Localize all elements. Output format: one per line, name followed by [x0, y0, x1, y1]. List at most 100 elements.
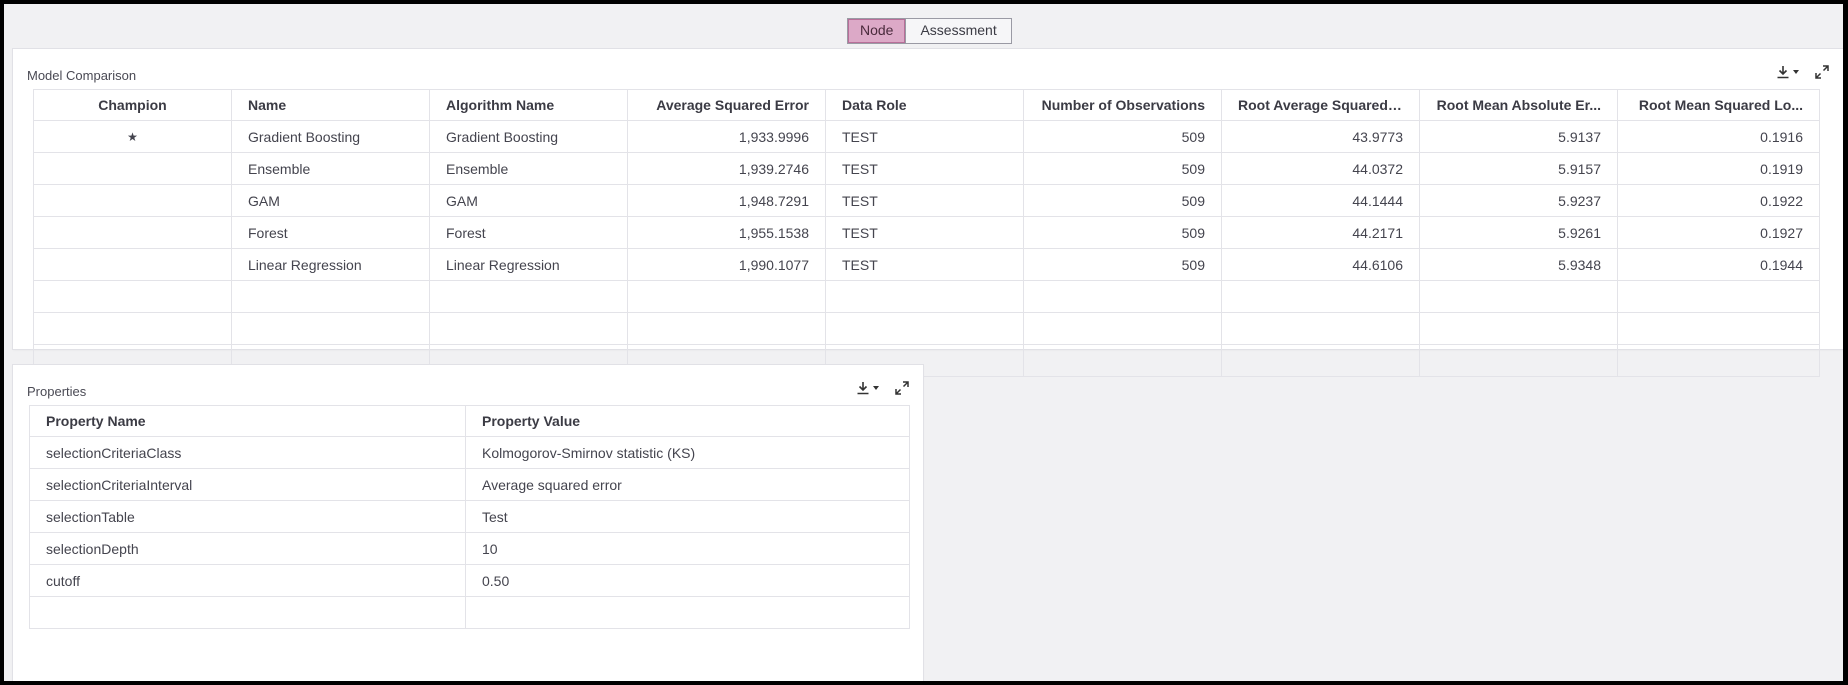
cell-root-average-squared-error: 44.6106 — [1221, 248, 1420, 281]
cell-number-of-observations: 509 — [1023, 184, 1222, 217]
cell-property-name: cutoff — [29, 564, 466, 597]
cell-root-average-squared-error: 44.2171 — [1221, 216, 1420, 249]
column-header-average-squared-error[interactable]: Average Squared Error — [627, 89, 826, 121]
empty-row — [33, 280, 1820, 313]
cell-root-mean-absolute-error: 5.9261 — [1419, 216, 1618, 249]
properties-title: Properties — [27, 384, 87, 399]
column-header-property-value[interactable]: Property Value — [465, 405, 910, 437]
table-row[interactable]: selectionTable Test — [29, 500, 910, 533]
empty-row — [29, 596, 910, 629]
table-row[interactable]: ★ Gradient Boosting Gradient Boosting 1,… — [33, 120, 1820, 153]
cell-champion — [33, 216, 232, 249]
cell-root-average-squared-error: 44.1444 — [1221, 184, 1420, 217]
cell-property-value: 0.50 — [465, 564, 910, 597]
cell-root-mean-squared-log-error: 0.1919 — [1617, 152, 1820, 185]
cell-root-average-squared-error: 43.9773 — [1221, 120, 1420, 153]
cell-number-of-observations: 509 — [1023, 248, 1222, 281]
cell-property-value: 10 — [465, 532, 910, 565]
properties-tools — [856, 381, 909, 395]
cell-champion — [33, 184, 232, 217]
column-header-champion[interactable]: Champion — [33, 89, 232, 121]
caret-down-icon — [873, 386, 879, 390]
model-comparison-panel: Model Comparison Champion Name Algorithm… — [13, 49, 1843, 377]
cell-average-squared-error: 1,948.7291 — [627, 184, 826, 217]
model-comparison-title: Model Comparison — [27, 68, 137, 83]
cell-property-value: Test — [465, 500, 910, 533]
table-row[interactable]: Ensemble Ensemble 1,939.2746 TEST 509 44… — [33, 152, 1820, 185]
expand-icon — [895, 381, 909, 395]
table-row[interactable]: Linear Regression Linear Regression 1,99… — [33, 248, 1820, 281]
cell-data-role: TEST — [825, 120, 1024, 153]
cell-number-of-observations: 509 — [1023, 216, 1222, 249]
cell-data-role: TEST — [825, 184, 1024, 217]
app-frame: Node Assessment Model Comparison Champio… — [4, 4, 1843, 681]
download-menu-button[interactable] — [856, 381, 879, 395]
cell-name: Gradient Boosting — [231, 120, 430, 153]
cell-name: Forest — [231, 216, 430, 249]
toggle-assessment[interactable]: Assessment — [906, 19, 1010, 43]
expand-icon — [1815, 65, 1829, 79]
table-row[interactable]: selectionCriteriaInterval Average square… — [29, 468, 910, 501]
cell-root-mean-squared-log-error: 0.1944 — [1617, 248, 1820, 281]
cell-property-value: Average squared error — [465, 468, 910, 501]
cell-number-of-observations: 509 — [1023, 152, 1222, 185]
column-header-data-role[interactable]: Data Role — [825, 89, 1024, 121]
cell-average-squared-error: 1,939.2746 — [627, 152, 826, 185]
cell-champion — [33, 248, 232, 281]
cell-property-value: Kolmogorov-Smirnov statistic (KS) — [465, 436, 910, 469]
properties-header-row: Property Name Property Value — [29, 405, 910, 437]
model-comparison-table: Champion Name Algorithm Name Average Squ… — [33, 89, 1820, 377]
cell-property-name: selectionCriteriaClass — [29, 436, 466, 469]
maximize-button[interactable] — [895, 381, 909, 395]
column-header-name[interactable]: Name — [231, 89, 430, 121]
cell-property-name: selectionTable — [29, 500, 466, 533]
cell-root-mean-absolute-error: 5.9237 — [1419, 184, 1618, 217]
column-header-number-of-observations[interactable]: Number of Observations — [1023, 89, 1222, 121]
column-header-root-average-squared[interactable]: Root Average Squared ... — [1221, 89, 1420, 121]
cell-root-mean-absolute-error: 5.9157 — [1419, 152, 1618, 185]
cell-name: GAM — [231, 184, 430, 217]
cell-name: Ensemble — [231, 152, 430, 185]
cell-root-mean-absolute-error: 5.9348 — [1419, 248, 1618, 281]
maximize-button[interactable] — [1815, 65, 1829, 79]
cell-algorithm-name: Forest — [429, 216, 628, 249]
table-row[interactable]: Forest Forest 1,955.1538 TEST 509 44.217… — [33, 216, 1820, 249]
toggle-node[interactable]: Node — [848, 19, 907, 43]
download-icon — [856, 381, 870, 395]
cell-data-role: TEST — [825, 248, 1024, 281]
cell-algorithm-name: Linear Regression — [429, 248, 628, 281]
download-icon — [1776, 65, 1790, 79]
column-header-property-name[interactable]: Property Name — [29, 405, 466, 437]
cell-root-mean-absolute-error: 5.9137 — [1419, 120, 1618, 153]
model-comparison-header-row: Champion Name Algorithm Name Average Squ… — [33, 89, 1820, 121]
cell-root-mean-squared-log-error: 0.1916 — [1617, 120, 1820, 153]
table-row[interactable]: GAM GAM 1,948.7291 TEST 509 44.1444 5.92… — [33, 184, 1820, 217]
column-header-algorithm-name[interactable]: Algorithm Name — [429, 89, 628, 121]
model-comparison-tools — [1776, 65, 1829, 79]
cell-property-name: selectionCriteriaInterval — [29, 468, 466, 501]
champion-star-icon: ★ — [33, 120, 232, 153]
properties-table: Property Name Property Value selectionCr… — [29, 405, 910, 629]
column-header-root-mean-absolute[interactable]: Root Mean Absolute Er... — [1419, 89, 1618, 121]
cell-root-mean-squared-log-error: 0.1927 — [1617, 216, 1820, 249]
cell-root-average-squared-error: 44.0372 — [1221, 152, 1420, 185]
column-header-root-mean-squared-log[interactable]: Root Mean Squared Lo... — [1617, 89, 1820, 121]
cell-algorithm-name: Gradient Boosting — [429, 120, 628, 153]
cell-data-role: TEST — [825, 216, 1024, 249]
cell-algorithm-name: Ensemble — [429, 152, 628, 185]
table-row[interactable]: selectionDepth 10 — [29, 532, 910, 565]
table-row[interactable]: selectionCriteriaClass Kolmogorov-Smirno… — [29, 436, 910, 469]
cell-champion — [33, 152, 232, 185]
cell-average-squared-error: 1,955.1538 — [627, 216, 826, 249]
cell-number-of-observations: 509 — [1023, 120, 1222, 153]
cell-root-mean-squared-log-error: 0.1922 — [1617, 184, 1820, 217]
properties-panel: Properties Property Name Property Value … — [13, 365, 923, 681]
cell-data-role: TEST — [825, 152, 1024, 185]
cell-average-squared-error: 1,933.9996 — [627, 120, 826, 153]
cell-average-squared-error: 1,990.1077 — [627, 248, 826, 281]
view-toggle: Node Assessment — [847, 18, 1012, 44]
caret-down-icon — [1793, 70, 1799, 74]
empty-row — [33, 312, 1820, 345]
download-menu-button[interactable] — [1776, 65, 1799, 79]
table-row[interactable]: cutoff 0.50 — [29, 564, 910, 597]
